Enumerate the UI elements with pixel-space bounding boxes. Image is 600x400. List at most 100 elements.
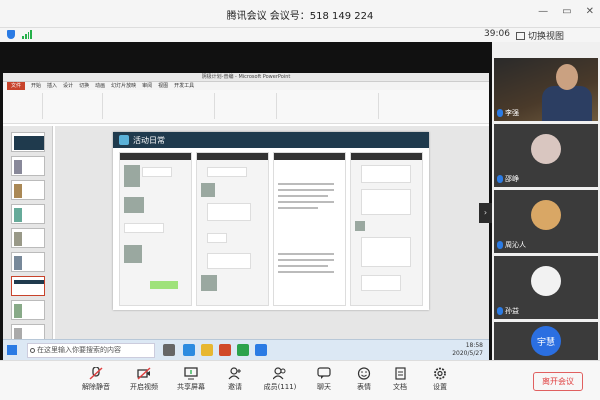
document-icon (393, 367, 407, 380)
leave-meeting-button[interactable]: 离开会议 (533, 372, 583, 391)
slide-thumbnail[interactable] (11, 228, 45, 248)
powerpoint-window: 阴极计划-普编 - Microsoft PowerPoint 文件 开始 插入 … (3, 73, 489, 381)
ppt-menu: 文件 开始 插入 设计 切换 动画 幻灯片放映 审阅 视图 开发工具 (3, 82, 489, 90)
shared-screen: 阴极计划-普编 - Microsoft PowerPoint 文件 开始 插入 … (0, 42, 492, 381)
participant-tile[interactable]: 孙益 (494, 256, 598, 319)
chat-screenshots (119, 152, 423, 306)
window-controls: — ▭ ✕ (538, 6, 594, 17)
slide-thumbnail-active[interactable] (11, 276, 45, 296)
chat-button[interactable]: 聊天 (302, 367, 346, 397)
participant-name-tag: 周沁人 (497, 240, 526, 250)
participant-name: 李强 (505, 109, 519, 117)
folder-icon[interactable] (201, 344, 213, 356)
emoji-icon (357, 367, 371, 380)
ppt-ribbon (3, 90, 489, 124)
invite-label: 邀请 (228, 383, 242, 391)
signal-icon[interactable] (22, 30, 32, 39)
ppt-menu-file[interactable]: 文件 (7, 82, 26, 90)
ribbon-group-drawing[interactable] (279, 93, 379, 119)
ribbon-group-font[interactable] (105, 93, 215, 119)
tencent-meeting-icon[interactable] (255, 344, 267, 356)
slide-thumbnail[interactable] (11, 300, 45, 320)
settings-button[interactable]: 设置 (418, 367, 462, 397)
camera-off-icon (137, 367, 151, 380)
ribbon-group-editing[interactable] (381, 93, 421, 119)
shield-icon[interactable] (7, 30, 15, 39)
collapse-panel-button[interactable]: › (479, 203, 492, 223)
taskbar-search-input[interactable]: 在这里输入你要搜索的内容 (27, 343, 155, 358)
participant-name: 周沁人 (505, 241, 526, 249)
chat-label: 聊天 (317, 383, 331, 391)
settings-icon (433, 367, 447, 380)
slide-thumbnail[interactable] (11, 132, 45, 152)
ppt-menu-design[interactable]: 设计 (63, 82, 73, 90)
avatar (531, 200, 561, 230)
participant-tile[interactable]: 邵峥 (494, 124, 598, 187)
slide-logo-icon (119, 135, 129, 145)
participant-name-tag: 孙益 (497, 306, 519, 316)
invite-button[interactable]: 邀请 (213, 367, 257, 397)
ribbon-group-slides[interactable] (45, 93, 103, 119)
switch-view-button[interactable]: 切换视图 (516, 29, 564, 42)
members-label: 成员(111) (263, 383, 297, 391)
mic-icon (497, 175, 503, 183)
maximize-icon[interactable]: ▭ (562, 6, 571, 17)
powerpoint-icon[interactable] (219, 344, 231, 356)
mic-icon (497, 241, 503, 249)
search-icon (30, 348, 35, 353)
meeting-info-bar (0, 28, 600, 42)
settings-label: 设置 (433, 383, 447, 391)
slide-thumbnail[interactable] (11, 156, 45, 176)
edge-icon[interactable] (183, 344, 195, 356)
clock-time: 18:58 (465, 342, 483, 349)
chat-screenshot (273, 152, 346, 306)
start-video-button[interactable]: 开启视频 (122, 367, 166, 397)
title-bar: 腾讯会议 会议号：518 149 224 — ▭ ✕ (0, 0, 600, 28)
clock-date: 2020/5/27 (452, 350, 483, 357)
ribbon-group-clipboard[interactable] (5, 93, 43, 119)
wechat-icon[interactable] (237, 344, 249, 356)
ppt-menu-review[interactable]: 审阅 (142, 82, 152, 90)
chat-screenshot (196, 152, 269, 306)
slide-thumbnail[interactable] (11, 252, 45, 272)
mic-muted-icon (89, 366, 103, 380)
ppt-menu-insert[interactable]: 插入 (47, 82, 57, 90)
ppt-menu-transitions[interactable]: 切换 (79, 82, 89, 90)
chat-icon (317, 367, 331, 380)
participant-name-tag: 李强 (497, 108, 519, 118)
share-screen-button[interactable]: 共享屏幕 (169, 367, 213, 397)
mic-icon (497, 307, 503, 315)
ribbon-group-paragraph[interactable] (217, 93, 277, 119)
invite-icon (228, 367, 242, 380)
minimize-icon[interactable]: — (538, 6, 548, 17)
close-icon[interactable]: ✕ (586, 6, 594, 17)
ppt-menu-animations[interactable]: 动画 (95, 82, 105, 90)
slide-header: 活动日常 (113, 132, 429, 148)
slide-canvas: 活动日常 (55, 126, 489, 361)
switch-view-label: 切换视图 (528, 32, 565, 42)
windows-start-icon[interactable] (7, 345, 17, 355)
current-slide[interactable]: 活动日常 (113, 132, 429, 310)
participant-tile[interactable]: 宇慧 (494, 322, 598, 360)
participant-tile[interactable]: 李强 (494, 58, 598, 121)
task-view-icon[interactable] (163, 344, 175, 356)
document-button[interactable]: 文档 (378, 367, 422, 397)
unmute-label: 解除静音 (82, 383, 110, 391)
ppt-menu-slideshow[interactable]: 幻灯片放映 (111, 82, 136, 90)
chat-screenshot (119, 152, 192, 306)
meeting-control-bar: 解除静音 开启视频 共享屏幕 邀请 成员(111) 聊天 表情 文档 设置 离开… (0, 360, 600, 400)
slide-thumbnails (3, 126, 53, 361)
members-button[interactable]: 成员(111) (258, 367, 302, 397)
ppt-menu-developer[interactable]: 开发工具 (174, 82, 194, 90)
taskbar-search-placeholder: 在这里输入你要搜索的内容 (37, 346, 121, 354)
slide-header-title: 活动日常 (133, 135, 165, 145)
start-video-label: 开启视频 (130, 383, 158, 391)
slide-thumbnail[interactable] (11, 204, 45, 224)
unmute-button[interactable]: 解除静音 (74, 366, 118, 397)
participant-name: 孙益 (505, 307, 519, 315)
ppt-menu-view[interactable]: 视图 (158, 82, 168, 90)
slide-thumbnail[interactable] (11, 180, 45, 200)
avatar (531, 266, 561, 296)
ppt-menu-home[interactable]: 开始 (31, 82, 41, 90)
participant-tile[interactable]: 周沁人 (494, 190, 598, 253)
